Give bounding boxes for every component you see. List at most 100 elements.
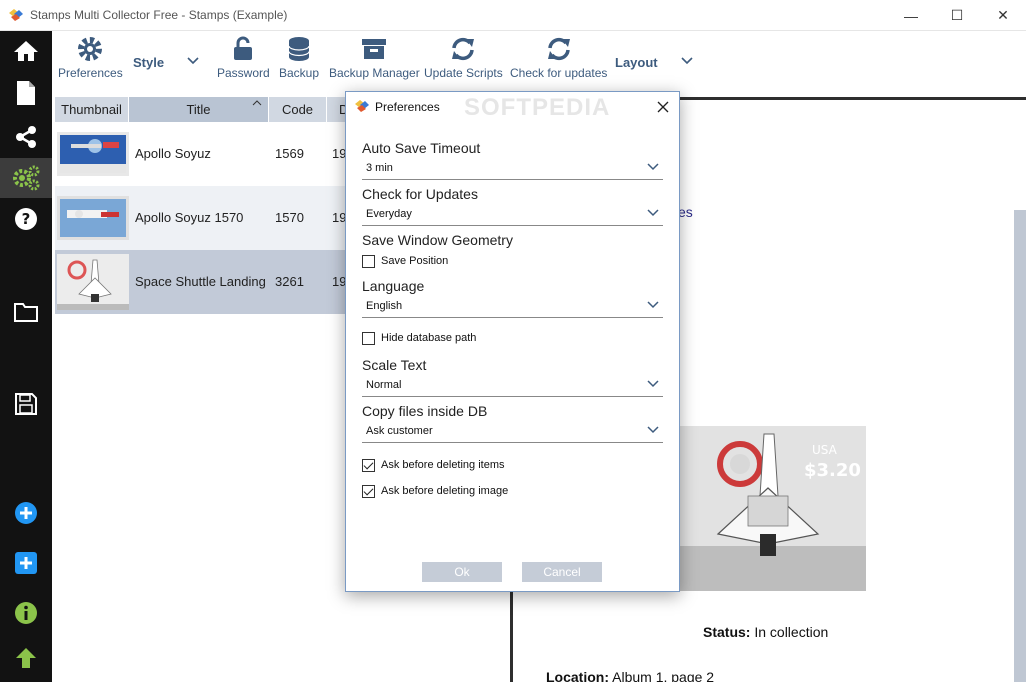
add-circle-icon bbox=[15, 502, 37, 524]
database-icon bbox=[288, 37, 310, 61]
home-icon bbox=[14, 41, 38, 61]
toolbar: Preferences Style Password Backup Backup… bbox=[52, 31, 1026, 91]
save-position-label: Save Position bbox=[381, 255, 449, 267]
auto-save-label: Auto Save Timeout bbox=[362, 140, 481, 156]
save-position-checkbox[interactable]: Save Position bbox=[362, 253, 448, 269]
chevron-down-icon bbox=[647, 301, 659, 309]
column-header-thumbnail[interactable]: Thumbnail bbox=[55, 97, 129, 122]
row-title: Apollo Soyuz 1570 bbox=[135, 210, 244, 225]
dialog-title-bar: Preferences SOFTPEDIA bbox=[346, 92, 679, 121]
sidebar-item-help[interactable]: ? bbox=[0, 199, 52, 239]
unlock-icon bbox=[234, 36, 253, 60]
column-header-code[interactable]: Code bbox=[269, 97, 327, 122]
check-updates-button[interactable]: Check for updates bbox=[510, 35, 607, 85]
style-dropdown[interactable]: Style bbox=[133, 55, 164, 70]
location-value: Album 1, page 2 bbox=[612, 669, 715, 682]
sidebar-item-settings[interactable] bbox=[0, 158, 52, 198]
check-updates-label: Check for updates bbox=[510, 66, 608, 80]
ask-delete-image-checkbox[interactable]: Ask before deleting image bbox=[362, 483, 508, 499]
gears-icon bbox=[13, 165, 40, 191]
minimize-button[interactable]: — bbox=[888, 0, 934, 31]
hide-db-path-box[interactable] bbox=[362, 331, 375, 345]
info-icon bbox=[15, 602, 37, 624]
status-value: In collection bbox=[754, 624, 829, 640]
sidebar-item-info[interactable] bbox=[0, 593, 52, 633]
close-icon bbox=[657, 101, 669, 113]
password-button[interactable]: Password bbox=[217, 35, 270, 85]
chevron-down-icon[interactable] bbox=[680, 56, 694, 66]
stamp-thumbnail bbox=[57, 132, 129, 176]
check-updates-label: Check for Updates bbox=[362, 186, 478, 202]
auto-save-value: 3 min bbox=[366, 162, 393, 174]
geometry-label: Save Window Geometry bbox=[362, 232, 513, 248]
chevron-down-icon bbox=[647, 426, 659, 434]
language-select[interactable]: English bbox=[362, 296, 663, 318]
ok-button[interactable]: Ok bbox=[422, 562, 502, 582]
ask-delete-items-box[interactable] bbox=[362, 458, 375, 472]
check-updates-value: Everyday bbox=[366, 208, 412, 220]
dialog-close-button[interactable] bbox=[651, 95, 675, 119]
copy-files-value: Ask customer bbox=[366, 425, 433, 437]
document-icon bbox=[17, 81, 35, 105]
backup-manager-label: Backup Manager bbox=[329, 66, 420, 80]
language-label: Language bbox=[362, 278, 425, 294]
title-bar: Stamps Multi Collector Free - Stamps (Ex… bbox=[0, 0, 1026, 31]
scale-text-select[interactable]: Normal bbox=[362, 375, 663, 397]
refresh-icon bbox=[452, 37, 475, 61]
sidebar-item-share[interactable] bbox=[0, 117, 52, 157]
sort-ascending-icon bbox=[252, 100, 262, 106]
svg-text:?: ? bbox=[22, 210, 31, 228]
sidebar-item-new[interactable] bbox=[0, 73, 52, 113]
app-logo-icon bbox=[355, 100, 369, 112]
sidebar-item-scroll-top[interactable] bbox=[0, 638, 52, 678]
folder-icon bbox=[14, 303, 38, 322]
sidebar-item-add[interactable] bbox=[0, 493, 52, 533]
ask-delete-items-label: Ask before deleting items bbox=[381, 459, 505, 471]
row-code: 1569 bbox=[275, 146, 304, 161]
scale-text-value: Normal bbox=[366, 379, 402, 391]
save-position-box[interactable] bbox=[362, 254, 375, 268]
archive-box-icon bbox=[362, 39, 387, 59]
sidebar-item-home[interactable] bbox=[0, 31, 52, 71]
detail-scrollbar[interactable] bbox=[1014, 210, 1026, 682]
backup-label: Backup bbox=[279, 66, 320, 80]
chevron-down-icon bbox=[647, 163, 659, 171]
window-title: Stamps Multi Collector Free - Stamps (Ex… bbox=[30, 8, 288, 22]
sidebar-item-add-multiple[interactable] bbox=[0, 543, 52, 583]
cancel-button[interactable]: Cancel bbox=[522, 562, 602, 582]
location-line: Location: Album 1, page 2 bbox=[546, 669, 714, 682]
row-title: Apollo Soyuz bbox=[135, 146, 211, 161]
sidebar-item-save[interactable] bbox=[0, 384, 52, 424]
auto-save-select[interactable]: 3 min bbox=[362, 158, 663, 180]
up-arrow-icon bbox=[16, 648, 36, 668]
row-code: 1570 bbox=[275, 210, 304, 225]
watermark-text: SOFTPEDIA bbox=[464, 94, 611, 121]
scale-text-label: Scale Text bbox=[362, 357, 427, 373]
preferences-button[interactable]: Preferences bbox=[58, 35, 123, 85]
ask-delete-items-checkbox[interactable]: Ask before deleting items bbox=[362, 457, 505, 473]
column-header-title-label: Title bbox=[186, 102, 211, 117]
layout-dropdown[interactable]: Layout bbox=[615, 55, 658, 70]
chevron-down-icon[interactable] bbox=[186, 56, 200, 66]
help-icon: ? bbox=[15, 208, 37, 230]
stamp-value-text: $3.20 bbox=[804, 460, 861, 481]
sidebar-item-open[interactable] bbox=[0, 292, 52, 332]
stamp-thumbnail bbox=[57, 254, 129, 310]
maximize-button[interactable]: ☐ bbox=[934, 0, 980, 31]
backup-manager-button[interactable]: Backup Manager bbox=[329, 35, 420, 85]
ask-delete-image-box[interactable] bbox=[362, 484, 375, 498]
column-header-title[interactable]: Title bbox=[129, 97, 269, 122]
status-line: Status: In collection bbox=[703, 624, 828, 640]
update-scripts-button[interactable]: Update Scripts bbox=[424, 35, 503, 85]
row-code: 3261 bbox=[275, 274, 304, 289]
hide-db-path-checkbox[interactable]: Hide database path bbox=[362, 330, 476, 346]
check-updates-select[interactable]: Everyday bbox=[362, 204, 663, 226]
close-window-button[interactable]: ✕ bbox=[980, 0, 1026, 31]
sidebar: ? bbox=[0, 31, 52, 682]
copy-files-select[interactable]: Ask customer bbox=[362, 421, 663, 443]
stamp-country-text: USA bbox=[812, 443, 838, 457]
status-label: Status: bbox=[703, 624, 751, 640]
dialog-title: Preferences bbox=[375, 100, 440, 114]
app-logo-icon bbox=[9, 9, 23, 21]
backup-button[interactable]: Backup bbox=[279, 35, 319, 85]
